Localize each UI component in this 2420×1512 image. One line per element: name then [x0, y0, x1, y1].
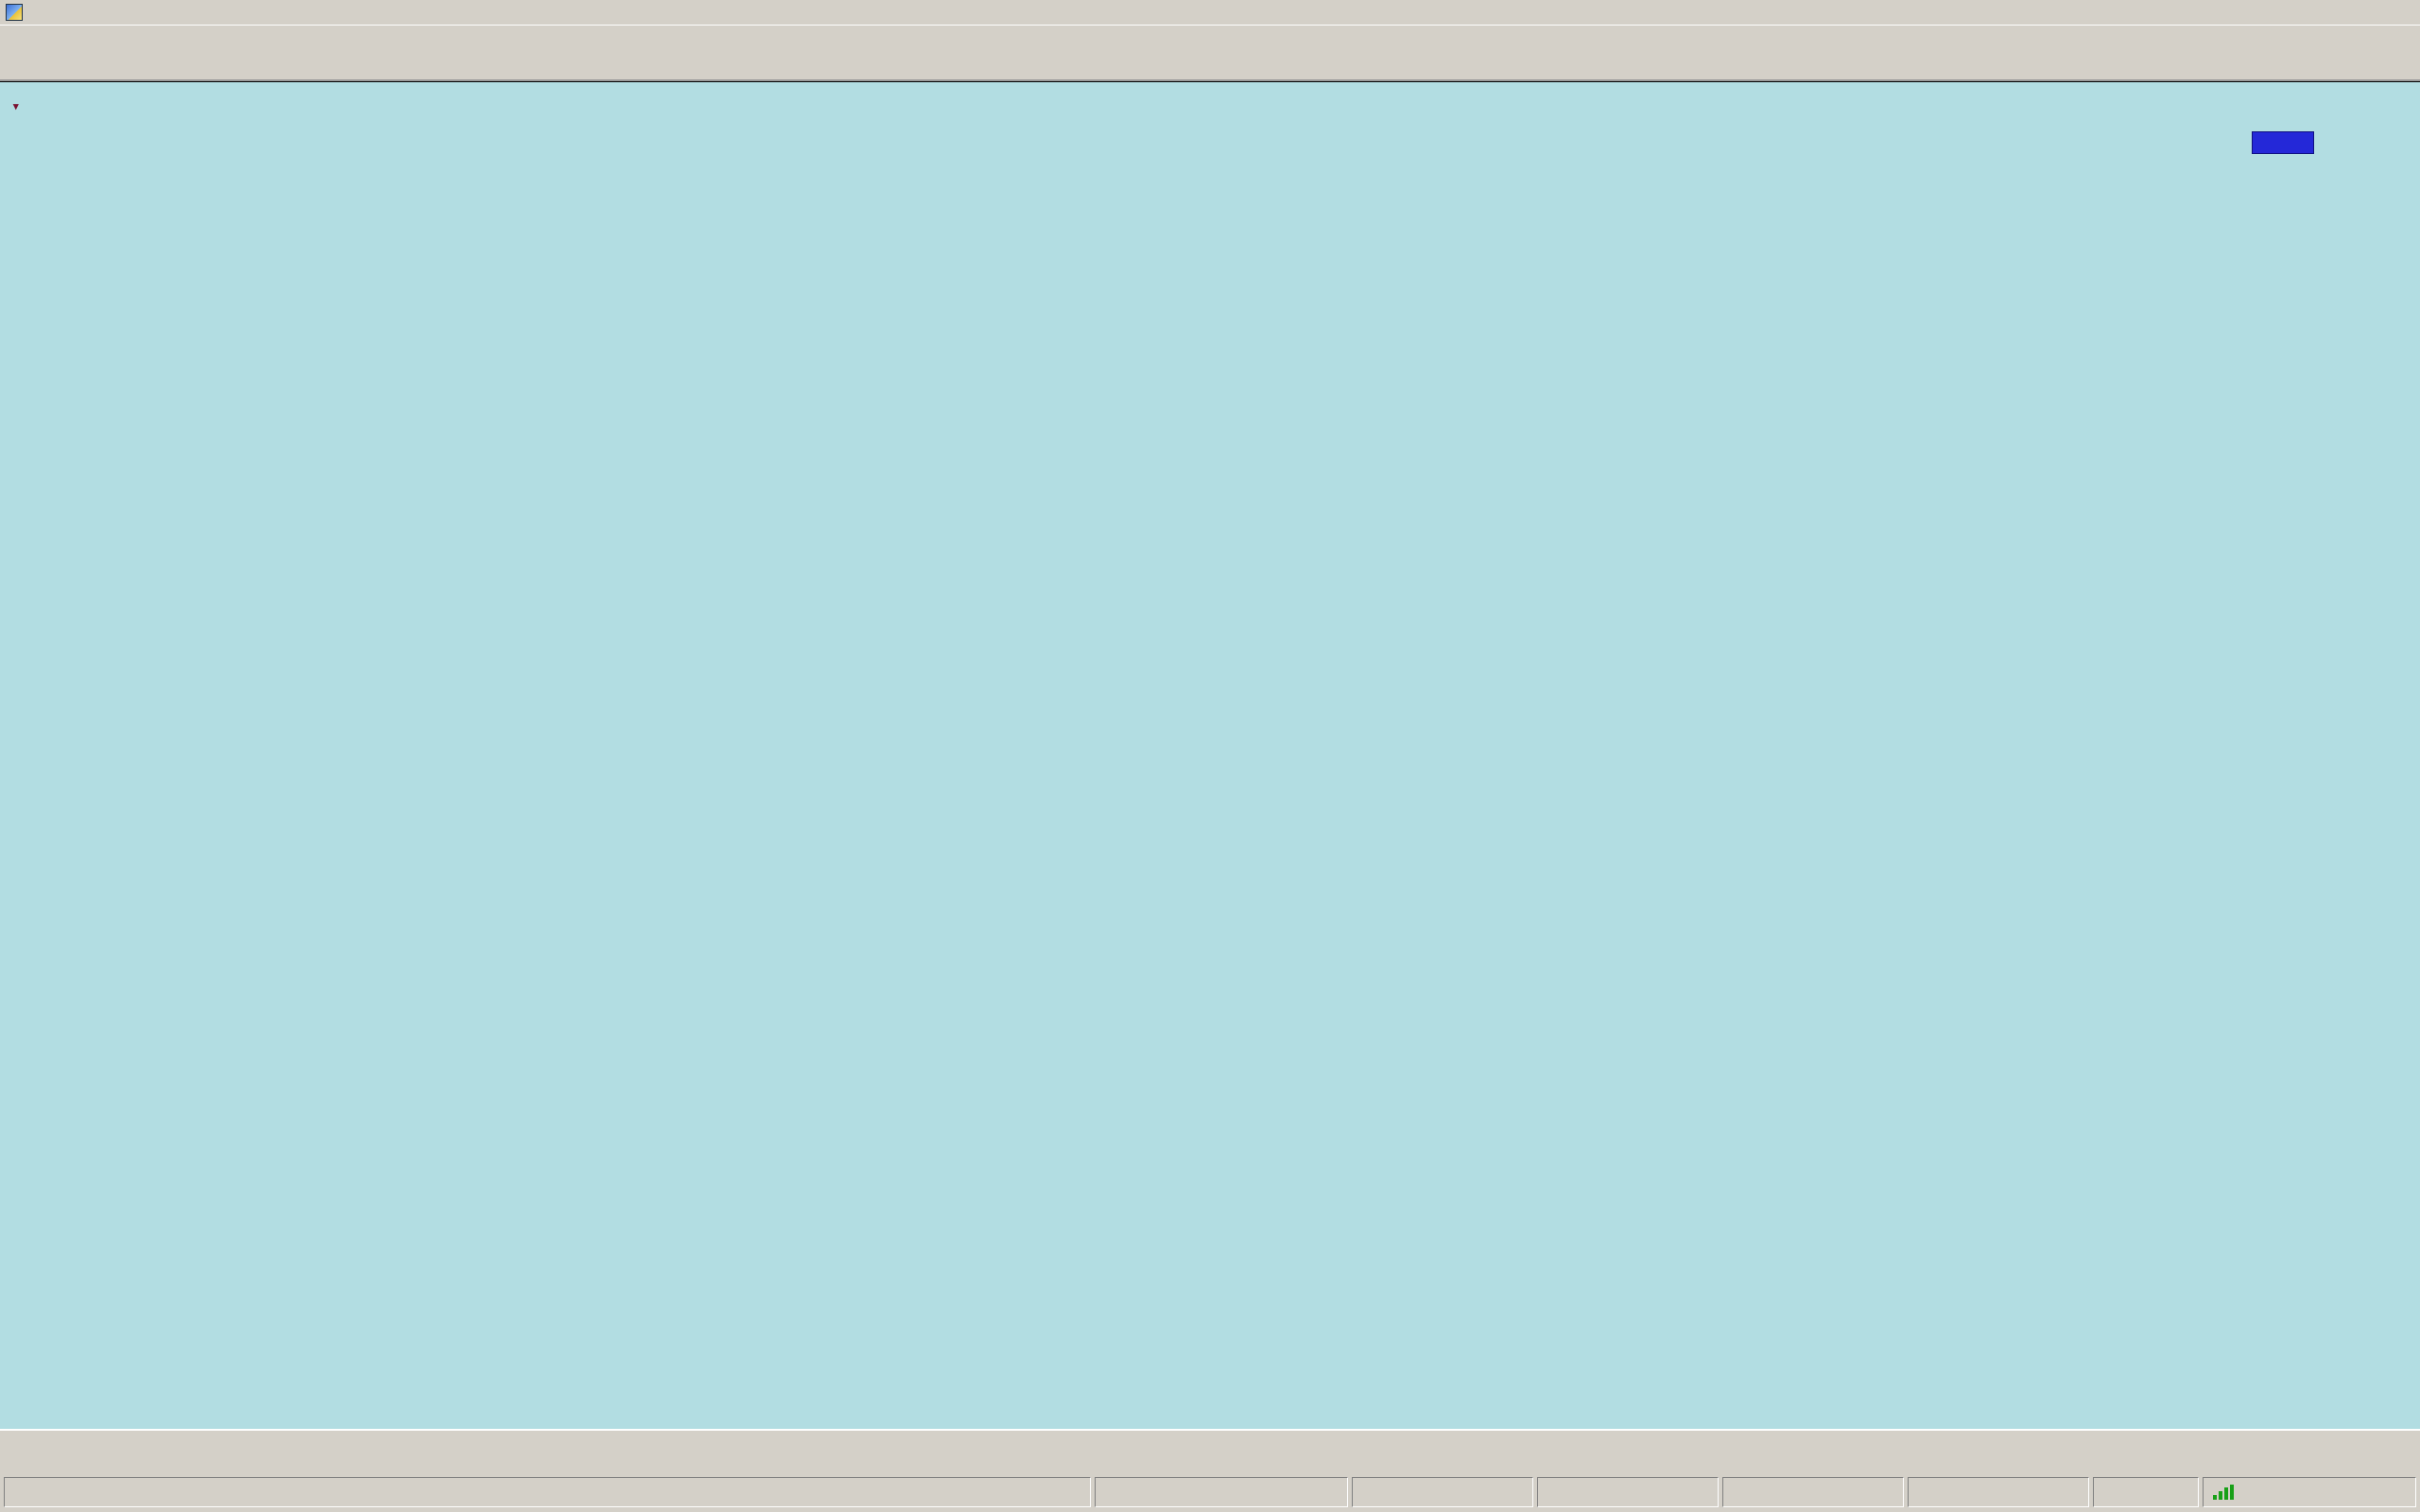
chart-tab-bar: [0, 1429, 2420, 1472]
mt4-application: ▾: [0, 0, 2420, 1512]
close-icon[interactable]: [2388, 4, 2412, 21]
status-pane-empty: [1352, 1477, 1533, 1507]
app-icon: [6, 4, 23, 21]
status-help-text: [4, 1477, 1091, 1507]
collapse-triangle-icon[interactable]: ▾: [13, 101, 19, 112]
chart-title: ▾: [13, 97, 22, 112]
status-pane-empty: [1722, 1477, 1904, 1507]
chart-window: ▾: [0, 81, 2420, 1429]
toolbar: [0, 26, 2420, 81]
status-pane-empty: [1908, 1477, 2089, 1507]
status-pane-empty: [2093, 1477, 2199, 1507]
status-pane-empty: [1537, 1477, 1719, 1507]
hide-button[interactable]: [2252, 131, 2314, 154]
status-account: [1095, 1477, 1348, 1507]
status-bar: [0, 1472, 2420, 1512]
menu-bar: [0, 0, 2420, 26]
window-buttons: [2331, 4, 2420, 21]
network-bars-icon: [2213, 1485, 2234, 1500]
minimize-icon[interactable]: [2331, 4, 2356, 21]
chart-canvas[interactable]: [0, 82, 2420, 1430]
restore-icon[interactable]: [2360, 4, 2384, 21]
status-connection: [2203, 1477, 2416, 1507]
